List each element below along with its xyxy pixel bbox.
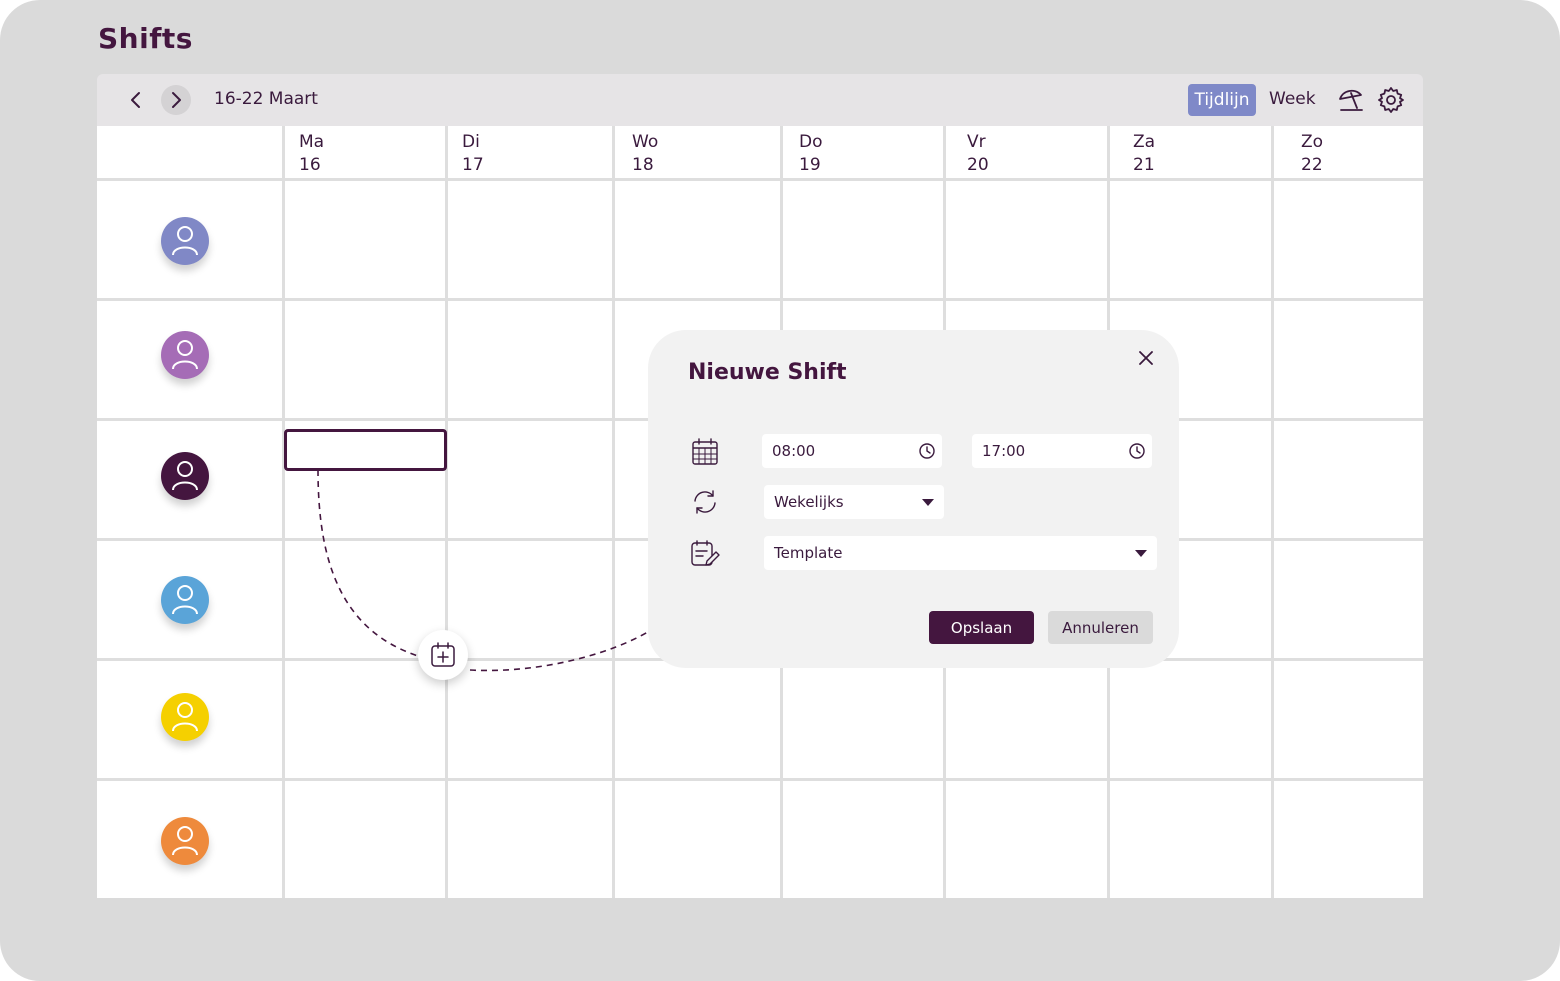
end-time-input[interactable]: 17:00 — [972, 434, 1152, 468]
end-time-value: 17:00 — [982, 442, 1026, 460]
clock-icon — [1129, 443, 1145, 459]
cancel-button[interactable]: Annuleren — [1048, 611, 1153, 644]
calendar-plus-icon — [431, 642, 455, 667]
repeat-value: Wekelijks — [774, 493, 844, 511]
close-icon — [1139, 351, 1153, 365]
edit-note-icon — [691, 540, 720, 566]
new-shift-modal: Nieuwe Shift 08:00 17:00 Wekelijks Templ… — [648, 330, 1179, 668]
template-select[interactable]: Template — [764, 536, 1157, 570]
dropdown-caret-icon — [1135, 550, 1147, 557]
dropdown-caret-icon — [922, 499, 934, 506]
save-button[interactable]: Opslaan — [929, 611, 1034, 644]
add-shift-button[interactable] — [418, 630, 468, 680]
close-modal-button[interactable] — [1136, 348, 1156, 368]
date-row-icon — [688, 435, 722, 469]
start-time-value: 08:00 — [772, 442, 816, 460]
start-time-input[interactable]: 08:00 — [762, 434, 942, 468]
clock-icon — [919, 443, 935, 459]
template-value: Template — [774, 544, 843, 562]
repeat-select[interactable]: Wekelijks — [764, 485, 944, 519]
modal-title: Nieuwe Shift — [688, 360, 847, 385]
template-row-icon — [688, 537, 722, 571]
repeat-icon — [694, 490, 716, 514]
app-frame: Shifts 16-22 Maart Tijdlijn Week Ma 16 D… — [0, 0, 1560, 981]
repeat-row-icon — [688, 485, 722, 519]
calendar-icon — [692, 438, 718, 465]
